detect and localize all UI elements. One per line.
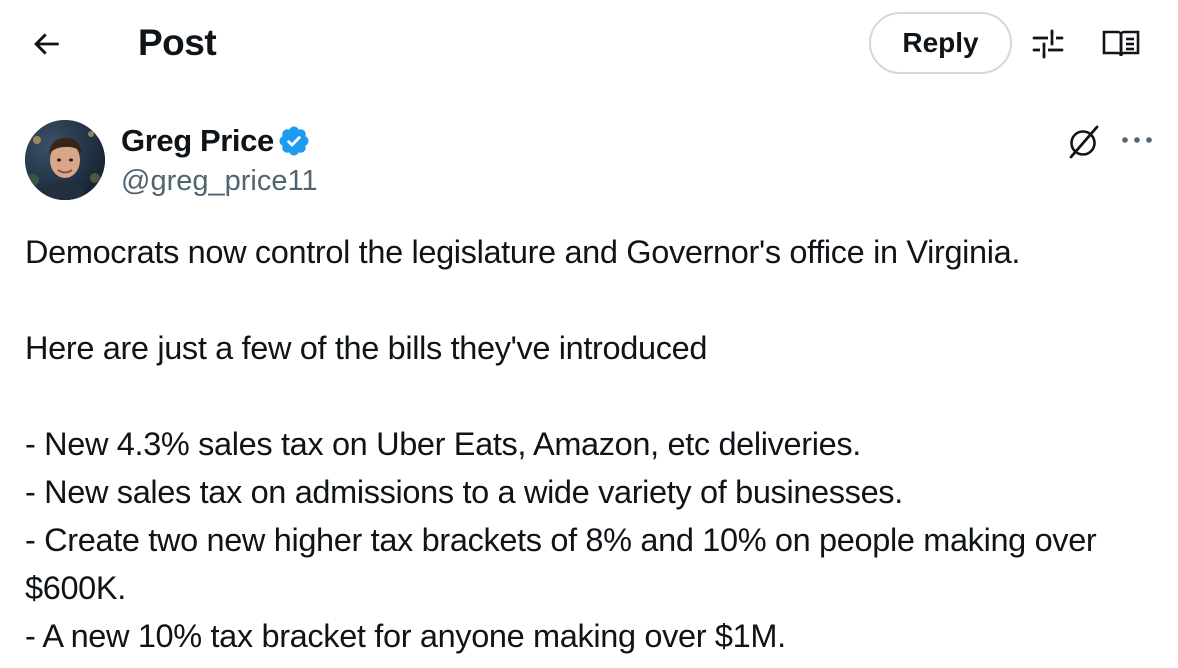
page-title: Post [138,22,217,63]
tune-button[interactable] [1026,24,1070,64]
post-paragraph: Here are just a few of the bills they've… [25,330,708,366]
author-handle[interactable]: @greg_price11 [121,163,318,199]
more-options-button[interactable] [1117,124,1157,156]
tune-icon [1032,29,1064,59]
post-paragraph: Democrats now control the legislature an… [25,234,1021,270]
post-bullet: - New 4.3% sales tax on Uber Eats, Amazo… [25,426,861,462]
post-bullet: - Create two new higher tax brackets of … [25,522,1097,606]
top-bar: Post Reply [0,0,1178,92]
reader-mode-icon [1102,30,1140,57]
back-button[interactable] [22,22,70,66]
post-bullet: - New sales tax on admissions to a wide … [25,474,903,510]
reply-button[interactable]: Reply [869,12,1012,74]
post-text: Democrats now control the legislature an… [25,228,1155,660]
author-name[interactable]: Greg Price [121,122,274,160]
more-horizontal-icon [1122,137,1152,143]
avatar[interactable] [25,120,105,200]
back-arrow-icon [34,33,59,55]
grok-icon [1069,125,1099,159]
reader-mode-button[interactable] [1098,24,1144,64]
post-bullet: - A new 10% tax bracket for anyone makin… [25,618,786,654]
avatar-photo [25,120,105,200]
grok-button[interactable] [1064,122,1104,162]
verified-badge-icon[interactable] [277,124,311,158]
